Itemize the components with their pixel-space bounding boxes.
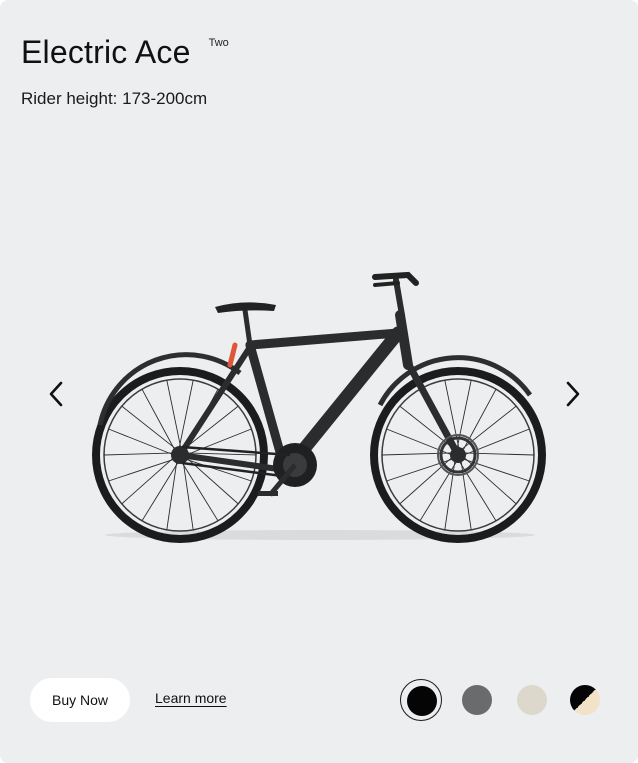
learn-more-link[interactable]: Learn more [155,690,227,706]
next-button[interactable] [555,376,591,412]
swatch-grey[interactable] [456,679,498,721]
chevron-left-icon [49,381,63,407]
product-card: Electric Ace Two Rider height: 173-200cm [0,0,638,763]
bike-image [92,271,546,543]
product-title: Electric Ace [21,34,191,70]
swatch-black-cream[interactable] [564,679,606,721]
rider-height: Rider height: 173-200cm [21,89,208,108]
swatch-black[interactable] [400,679,442,721]
previous-button[interactable] [38,376,74,412]
chevron-right-icon [566,381,580,407]
title-row: Electric Ace Two [21,30,229,74]
variant-tag: Two [208,37,229,49]
swatch-sand[interactable] [511,679,553,721]
buy-now-button[interactable]: Buy Now [30,678,130,722]
